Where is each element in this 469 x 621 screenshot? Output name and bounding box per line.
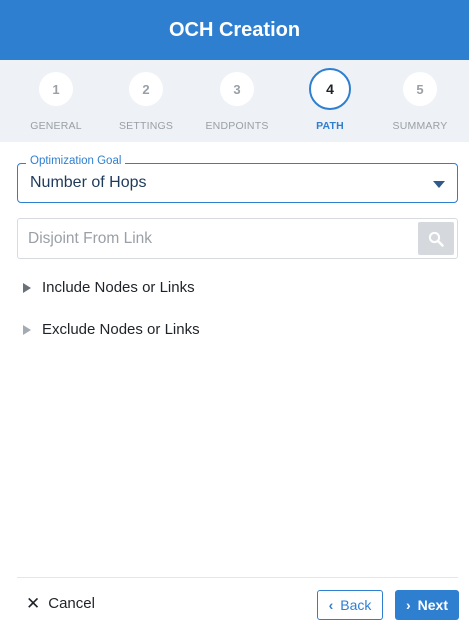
step-label: SUMMARY [392, 120, 448, 132]
chevron-right-icon: › [405, 597, 411, 613]
next-button[interactable]: › Next [395, 590, 459, 620]
dialog-header: OCH Creation [0, 0, 469, 60]
include-nodes-label: Include Nodes or Links [42, 279, 195, 296]
back-label: Back [340, 597, 372, 613]
disjoint-link-input[interactable] [18, 219, 418, 258]
optimization-goal-value: Number of Hops [30, 174, 147, 191]
step-path[interactable]: 4 PATH [285, 68, 375, 132]
step-number: 3 [220, 72, 254, 106]
step-number: 2 [129, 72, 163, 106]
step-label: ENDPOINTS [205, 120, 269, 132]
triangle-right-icon [23, 324, 31, 335]
step-number: 4 [309, 68, 351, 110]
search-button[interactable] [418, 222, 454, 255]
exclude-nodes-label: Exclude Nodes or Links [42, 321, 200, 338]
och-creation-dialog: OCH Creation 1 GENERAL 2 SETTINGS 3 ENDP… [0, 0, 469, 621]
chevron-left-icon: ‹ [328, 597, 334, 613]
wizard-stepper: 1 GENERAL 2 SETTINGS 3 ENDPOINTS 4 PATH … [0, 60, 469, 142]
search-icon [428, 231, 444, 247]
cancel-label: Cancel [48, 595, 95, 612]
step-label: GENERAL [30, 120, 82, 132]
triangle-right-icon [23, 282, 31, 293]
footer-divider [17, 577, 458, 578]
disjoint-link-field [17, 218, 458, 259]
optimization-goal-label: Optimization Goal [26, 155, 126, 167]
close-icon: ✕ [26, 594, 41, 613]
exclude-nodes-expander[interactable]: Exclude Nodes or Links [23, 321, 200, 338]
step-settings[interactable]: 2 SETTINGS [101, 72, 191, 132]
step-label: SETTINGS [118, 120, 174, 132]
step-general[interactable]: 1 GENERAL [11, 72, 101, 132]
include-nodes-expander[interactable]: Include Nodes or Links [23, 279, 195, 296]
cancel-button[interactable]: ✕ Cancel [26, 595, 95, 612]
step-number: 5 [403, 72, 437, 106]
step-number: 1 [39, 72, 73, 106]
dialog-title: OCH Creation [168, 18, 301, 41]
optimization-goal-select[interactable]: Optimization Goal Number of Hops [17, 155, 458, 203]
caret-down-icon[interactable] [433, 181, 445, 188]
step-summary[interactable]: 5 SUMMARY [375, 72, 465, 132]
step-endpoints[interactable]: 3 ENDPOINTS [192, 72, 282, 132]
next-label: Next [417, 597, 449, 613]
back-button[interactable]: ‹ Back [317, 590, 383, 620]
step-label: PATH [316, 120, 344, 132]
